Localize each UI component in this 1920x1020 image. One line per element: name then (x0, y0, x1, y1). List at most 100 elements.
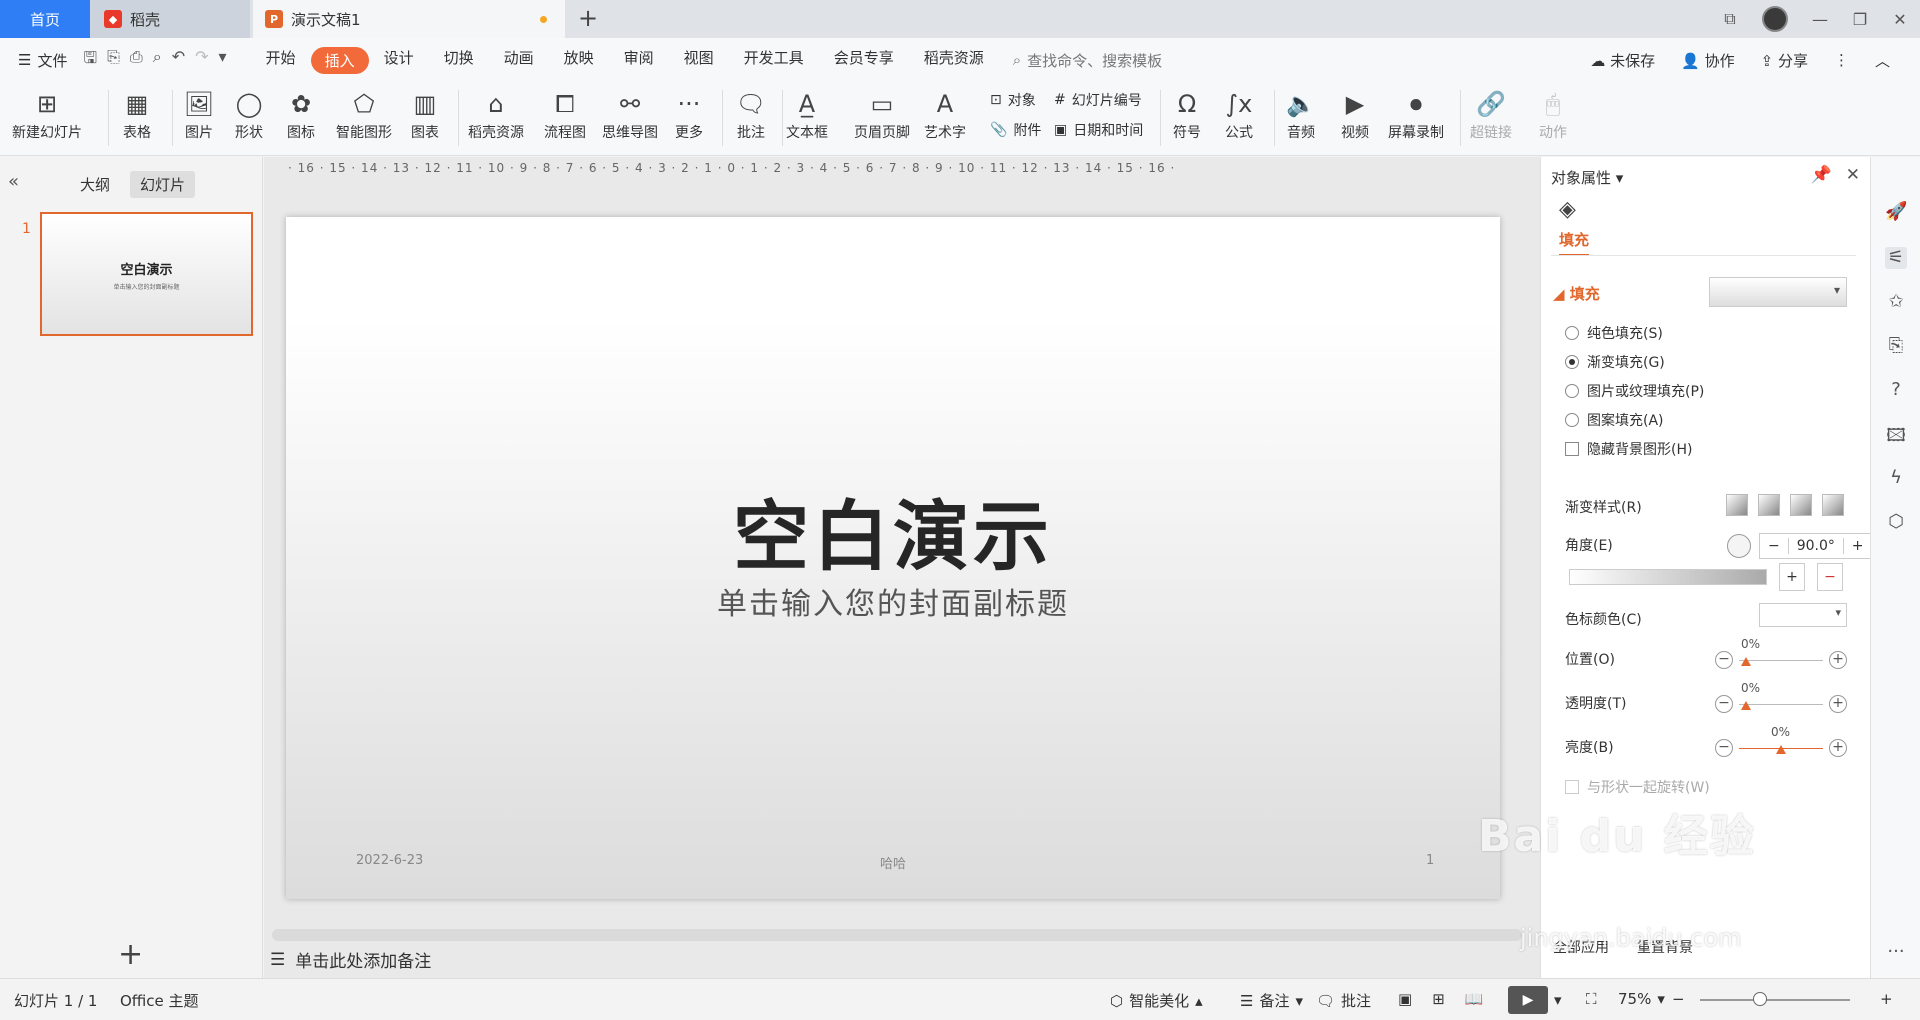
minimize-icon[interactable]: — (1800, 10, 1840, 29)
close-pane-icon[interactable]: ✕ (1846, 165, 1860, 185)
minus-icon[interactable]: − (1715, 695, 1733, 713)
audio-button[interactable]: 🔈 音频 (1284, 86, 1318, 142)
new-tab-button[interactable]: + (573, 4, 603, 34)
gradient-path-option[interactable] (1822, 494, 1844, 516)
shape-button[interactable]: ◯ 形状 (232, 86, 266, 142)
smart-beautify-button[interactable]: ⬡ 智能美化 ▴ (1110, 990, 1203, 1011)
flowchart-button[interactable]: ⧠ 流程图 (544, 86, 586, 142)
cube-icon[interactable]: ⬡ (1885, 511, 1907, 533)
tab-document[interactable]: P 演示文稿1 (253, 0, 565, 38)
mindmap-button[interactable]: ⚯ 思维导图 (602, 86, 658, 142)
slide-thumbnail[interactable]: 空白演示 单击输入您的封面副标题 (40, 212, 253, 336)
transparency-slider[interactable]: − 0% + (1715, 681, 1847, 715)
slider-knob[interactable] (1741, 657, 1751, 666)
command-search[interactable]: ⌕ 查找命令、搜索模板 (1013, 50, 1162, 71)
collab-button[interactable]: 👤 协作 (1681, 50, 1734, 71)
gradient-fill-radio[interactable]: 渐变填充(G) (1565, 352, 1665, 372)
angle-dial[interactable] (1727, 534, 1751, 558)
minus-icon[interactable]: − (1715, 739, 1733, 757)
properties-icon[interactable]: ⚟ (1885, 247, 1907, 269)
transition-icon[interactable]: ⎘ (1885, 335, 1907, 357)
animation-star-icon[interactable]: ✩ (1885, 291, 1907, 313)
reading-view-icon[interactable]: 📖 (1465, 990, 1484, 1008)
more-icon[interactable]: ··· (1885, 941, 1907, 963)
zoom-dropdown[interactable]: 75% ▾ (1618, 990, 1665, 1008)
hyperlink-button[interactable]: 🔗 超链接 (1470, 86, 1512, 142)
more-options-icon[interactable]: ⋮ (1834, 51, 1849, 69)
plus-icon[interactable]: + (1829, 739, 1847, 757)
brightness-slider[interactable]: − 0% + (1715, 725, 1847, 759)
print-icon[interactable]: ⎙ (130, 47, 143, 74)
play-slideshow-button[interactable]: ▶ ▾ (1508, 986, 1562, 1014)
tab-outline[interactable]: 大纲 (70, 171, 120, 198)
slider-knob[interactable] (1741, 701, 1751, 710)
file-menu[interactable]: ☰ 文件 (18, 50, 67, 71)
normal-view-icon[interactable]: ▣ (1398, 990, 1412, 1008)
hide-bg-checkbox[interactable]: 隐藏背景图形(H) (1565, 439, 1692, 459)
gradient-stops-bar[interactable] (1569, 569, 1767, 585)
increment-icon[interactable]: + (1844, 538, 1872, 554)
picture-button[interactable]: 🖼 图片 (182, 86, 216, 142)
zoom-slider-knob[interactable] (1753, 992, 1767, 1006)
angle-value[interactable]: 90.0° (1787, 538, 1844, 554)
slider-knob[interactable] (1776, 745, 1786, 754)
position-slider[interactable]: − 0% + (1715, 637, 1847, 671)
preview-icon[interactable]: ⌕ (153, 47, 162, 74)
add-stop-button[interactable]: + (1779, 563, 1805, 591)
fill-tab[interactable]: 填充 (1559, 229, 1590, 256)
slide-title[interactable]: 空白演示 (286, 475, 1500, 585)
customize-icon[interactable]: ▾ (219, 47, 227, 74)
close-icon[interactable]: ✕ (1880, 10, 1920, 29)
symbol-button[interactable]: Ω 符号 (1170, 86, 1204, 142)
action-button[interactable]: 🖱 动作 (1536, 86, 1570, 142)
sorter-view-icon[interactable]: ⊞ (1432, 990, 1445, 1008)
datetime-button[interactable]: ▣ 日期和时间 (1054, 120, 1143, 140)
fill-preset-dropdown[interactable] (1709, 277, 1847, 307)
table-button[interactable]: ▦ 表格 (120, 86, 154, 142)
slide-page-number[interactable]: 1 (1426, 853, 1434, 868)
daoke-res-button[interactable]: ⌂ 稻壳资源 (468, 86, 524, 142)
menu-member[interactable]: 会员专享 (819, 47, 909, 74)
plus-icon[interactable]: + (1829, 695, 1847, 713)
menu-design[interactable]: 设计 (369, 47, 429, 74)
collapse-ribbon-icon[interactable]: ︿ (1875, 50, 1890, 71)
fit-window-icon[interactable]: ⛶ (1586, 990, 1597, 1008)
avatar[interactable] (1762, 6, 1788, 32)
menu-slideshow[interactable]: 放映 (549, 47, 609, 74)
zoom-slider-track[interactable] (1700, 999, 1850, 1001)
help-icon[interactable]: ? (1885, 379, 1907, 401)
angle-stepper[interactable]: − 90.0° + (1759, 533, 1873, 559)
menu-developer[interactable]: 开发工具 (729, 47, 819, 74)
properties-header[interactable]: 对象属性 ▾ (1551, 167, 1623, 188)
unsaved-button[interactable]: ☁ 未保存 (1590, 50, 1655, 71)
notes-area[interactable]: ☰ 单击此处添加备注 (270, 947, 431, 973)
wordart-button[interactable]: A 艺术字 (924, 86, 966, 142)
zoom-out-button[interactable]: − (1672, 990, 1685, 1008)
menu-review[interactable]: 审阅 (609, 47, 669, 74)
share-button[interactable]: ⇪ 分享 (1761, 50, 1808, 71)
menu-daoke-res[interactable]: 稻壳资源 (909, 47, 999, 74)
gradient-linear-option[interactable] (1726, 494, 1748, 516)
picture-fill-radio[interactable]: 图片或纹理填充(P) (1565, 381, 1704, 401)
gradient-rect-option[interactable] (1790, 494, 1812, 516)
pattern-fill-radio[interactable]: 图案填充(A) (1565, 410, 1664, 430)
export-icon[interactable]: ⎘ (107, 47, 120, 74)
image-tools-icon[interactable]: 🖾 (1885, 423, 1907, 446)
menu-start[interactable]: 开始 (251, 47, 311, 74)
collapse-panel-icon[interactable]: « (8, 171, 19, 192)
video-button[interactable]: ▶ 视频 (1338, 86, 1372, 142)
more-button[interactable]: ··· 更多 (672, 86, 706, 142)
plus-icon[interactable]: + (1829, 651, 1847, 669)
comment-button[interactable]: 🗨 批注 (734, 86, 768, 142)
comment-toggle-button[interactable]: 🗨 批注 (1316, 990, 1371, 1011)
formula-button[interactable]: ∫x 公式 (1222, 86, 1256, 142)
add-slide-button[interactable]: + (118, 937, 143, 972)
gradient-radial-option[interactable] (1758, 494, 1780, 516)
icon-button[interactable]: ✿ 图标 (284, 86, 318, 142)
smartart-button[interactable]: ⬠ 智能图形 (336, 86, 392, 142)
slide-subtitle[interactable]: 单击输入您的封面副标题 (286, 579, 1500, 623)
tab-slides[interactable]: 幻灯片 (130, 171, 196, 198)
header-footer-button[interactable]: ▭ 页眉页脚 (854, 86, 910, 142)
zoom-in-button[interactable]: + (1880, 990, 1893, 1008)
slide[interactable]: 空白演示 单击输入您的封面副标题 2022-6-23 哈哈 1 (286, 217, 1500, 899)
